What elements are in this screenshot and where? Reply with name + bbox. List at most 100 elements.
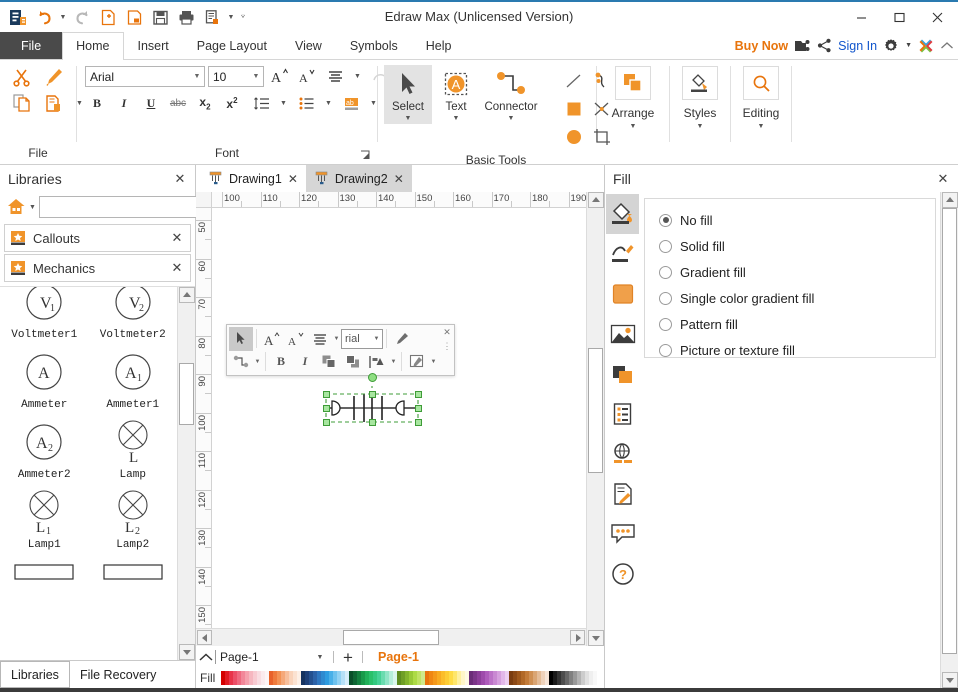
arrange-chevron-down-icon[interactable]: ▼ [630, 123, 637, 130]
arrange-button[interactable]: Arrange ▼ [597, 60, 669, 130]
strikethrough-button[interactable]: abc [166, 92, 190, 115]
canvas-hscroll-thumb[interactable] [343, 630, 439, 645]
superscript-button[interactable]: x2 [220, 92, 244, 115]
decrease-font-size-icon[interactable]: A [294, 65, 318, 88]
library-shape-item[interactable]: V2 Voltmeter2 [89, 287, 178, 345]
note-icon[interactable] [606, 474, 639, 514]
line-icon[interactable] [606, 234, 639, 274]
float-bold-button[interactable]: B [269, 350, 293, 374]
library-home-icon[interactable]: ▼ [6, 197, 36, 217]
maximize-button[interactable] [880, 3, 918, 31]
float-connector-icon[interactable] [229, 350, 253, 374]
bullet-list-dropdown-icon[interactable]: ▼ [323, 93, 334, 114]
fill-panel-vertical-scrollbar[interactable] [940, 192, 958, 688]
canvas-vertical-scrollbar[interactable] [586, 192, 604, 646]
floating-toolbar-drag-handle[interactable]: ⋮ [443, 344, 452, 348]
text-align-dropdown-icon[interactable]: ▼ [352, 66, 363, 87]
fill-option-solid-fill[interactable]: Solid fill [659, 233, 935, 259]
line-spacing-icon[interactable] [247, 92, 275, 115]
palette-swatch[interactable] [593, 671, 597, 685]
float-format-painter-icon[interactable] [390, 327, 414, 351]
fill-option-pattern-fill[interactable]: Pattern fill [659, 311, 935, 337]
document-properties-icon[interactable] [606, 394, 639, 434]
radio-pattern-fill[interactable] [659, 318, 672, 331]
float-fill-style-icon[interactable] [405, 350, 429, 374]
float-font-name-chevron-down-icon[interactable]: ▼ [371, 336, 382, 342]
color-swatch-icon[interactable] [606, 274, 639, 314]
resize-handle-w[interactable] [323, 405, 330, 412]
radio-picture-or-texture-fill[interactable] [659, 344, 672, 357]
floating-toolbar-close-icon[interactable]: ✕ [443, 327, 451, 338]
italic-button[interactable]: I [112, 92, 136, 115]
select-tool-chevron-down-icon[interactable]: ▼ [405, 114, 412, 124]
resize-handle-ne[interactable] [415, 391, 422, 398]
library-shape-item[interactable]: A2 Ammeter2 [0, 415, 89, 485]
library-shape-item[interactable]: A Ammeter [0, 345, 89, 415]
library-vertical-scrollbar[interactable] [177, 287, 195, 660]
font-size-combo[interactable]: 10 ▼ [208, 66, 264, 87]
fill-icon[interactable] [606, 194, 639, 234]
fill-panel-close-icon[interactable]: ✕ [934, 170, 952, 188]
drawing-canvas[interactable]: A A ▼ [212, 208, 586, 628]
font-name-chevron-down-icon[interactable]: ▼ [190, 73, 204, 80]
connector-tool-button[interactable]: Connector ▼ [480, 65, 542, 124]
share-folder-icon[interactable] [794, 38, 811, 54]
tab-view[interactable]: View [281, 32, 336, 59]
float-decrease-font-icon[interactable]: A [284, 327, 308, 351]
resize-handle-nw[interactable] [323, 391, 330, 398]
connector-tool-chevron-down-icon[interactable]: ▼ [508, 114, 515, 124]
buy-now-button[interactable]: Buy Now [735, 39, 788, 53]
radio-solid-fill[interactable] [659, 240, 672, 253]
float-bring-front-icon[interactable] [317, 350, 341, 374]
document-tab-drawing2[interactable]: Drawing2 ✕ [306, 165, 412, 192]
paste-icon[interactable] [42, 91, 66, 115]
float-align-dropdown-icon[interactable]: ▼ [332, 328, 341, 350]
current-page-tab[interactable]: Page-1 [378, 650, 419, 664]
underline-button[interactable]: U [139, 92, 163, 115]
format-painter-icon[interactable] [42, 65, 66, 89]
selected-shape[interactable] [322, 386, 422, 430]
document-tab-drawing1-close-icon[interactable]: ✕ [288, 172, 298, 186]
library-search-input[interactable] [40, 197, 203, 217]
float-font-name-combo[interactable]: rial ▼ [341, 329, 383, 349]
library-scroll-up-button[interactable] [179, 287, 195, 303]
sign-in-button[interactable]: Sign In [838, 39, 877, 53]
float-align-objects-dropdown-icon[interactable]: ▼ [389, 351, 398, 373]
radio-no-fill[interactable] [659, 214, 672, 227]
tab-file[interactable]: File [0, 32, 62, 59]
picture-icon[interactable] [606, 314, 639, 354]
rectangle-shape-icon[interactable] [560, 95, 588, 123]
library-shape-item[interactable]: A1 Ammeter1 [89, 345, 178, 415]
edraw-cloud-icon[interactable] [918, 38, 934, 54]
share-icon[interactable] [817, 38, 832, 53]
text-highlight-icon[interactable]: ab [337, 92, 365, 115]
ruler-corner[interactable] [196, 192, 212, 208]
page-selector-chevron-down-icon[interactable]: ▼ [313, 654, 327, 661]
library-scroll-down-button[interactable] [179, 644, 195, 660]
library-home-chevron-down-icon[interactable]: ▼ [29, 204, 36, 211]
bullet-list-icon[interactable] [292, 92, 320, 115]
document-tab-drawing2-close-icon[interactable]: ✕ [394, 172, 404, 186]
canvas-horizontal-scrollbar[interactable] [196, 628, 586, 646]
library-search-box[interactable]: ▼ [39, 196, 218, 218]
radio-gradient-fill[interactable] [659, 266, 672, 279]
library-shape-item[interactable]: V1 Voltmeter1 [0, 287, 89, 345]
radio-single-color-gradient-fill[interactable] [659, 292, 672, 305]
float-fill-style-dropdown-icon[interactable]: ▼ [429, 351, 438, 373]
hyperlink-icon[interactable] [606, 434, 639, 474]
library-shape-item[interactable] [89, 555, 178, 591]
float-send-back-icon[interactable] [341, 350, 365, 374]
help-icon[interactable]: ? [606, 554, 639, 594]
float-select-icon[interactable] [229, 327, 253, 351]
library-shape-item[interactable] [0, 555, 89, 591]
tab-home[interactable]: Home [62, 32, 123, 59]
canvas-scroll-left-button[interactable] [197, 630, 212, 645]
editing-button[interactable]: Editing ▼ [731, 60, 791, 130]
page-selector[interactable]: Page-1 ▼ [214, 648, 328, 667]
shadow-icon[interactable] [606, 354, 639, 394]
collapse-ribbon-icon[interactable] [940, 41, 954, 51]
float-align-objects-icon[interactable] [365, 350, 389, 374]
canvas-scroll-right-button[interactable] [570, 630, 585, 645]
vertical-ruler[interactable]: 5060708090100110120130140150 [196, 208, 212, 628]
font-dialog-launcher[interactable] [360, 150, 372, 162]
